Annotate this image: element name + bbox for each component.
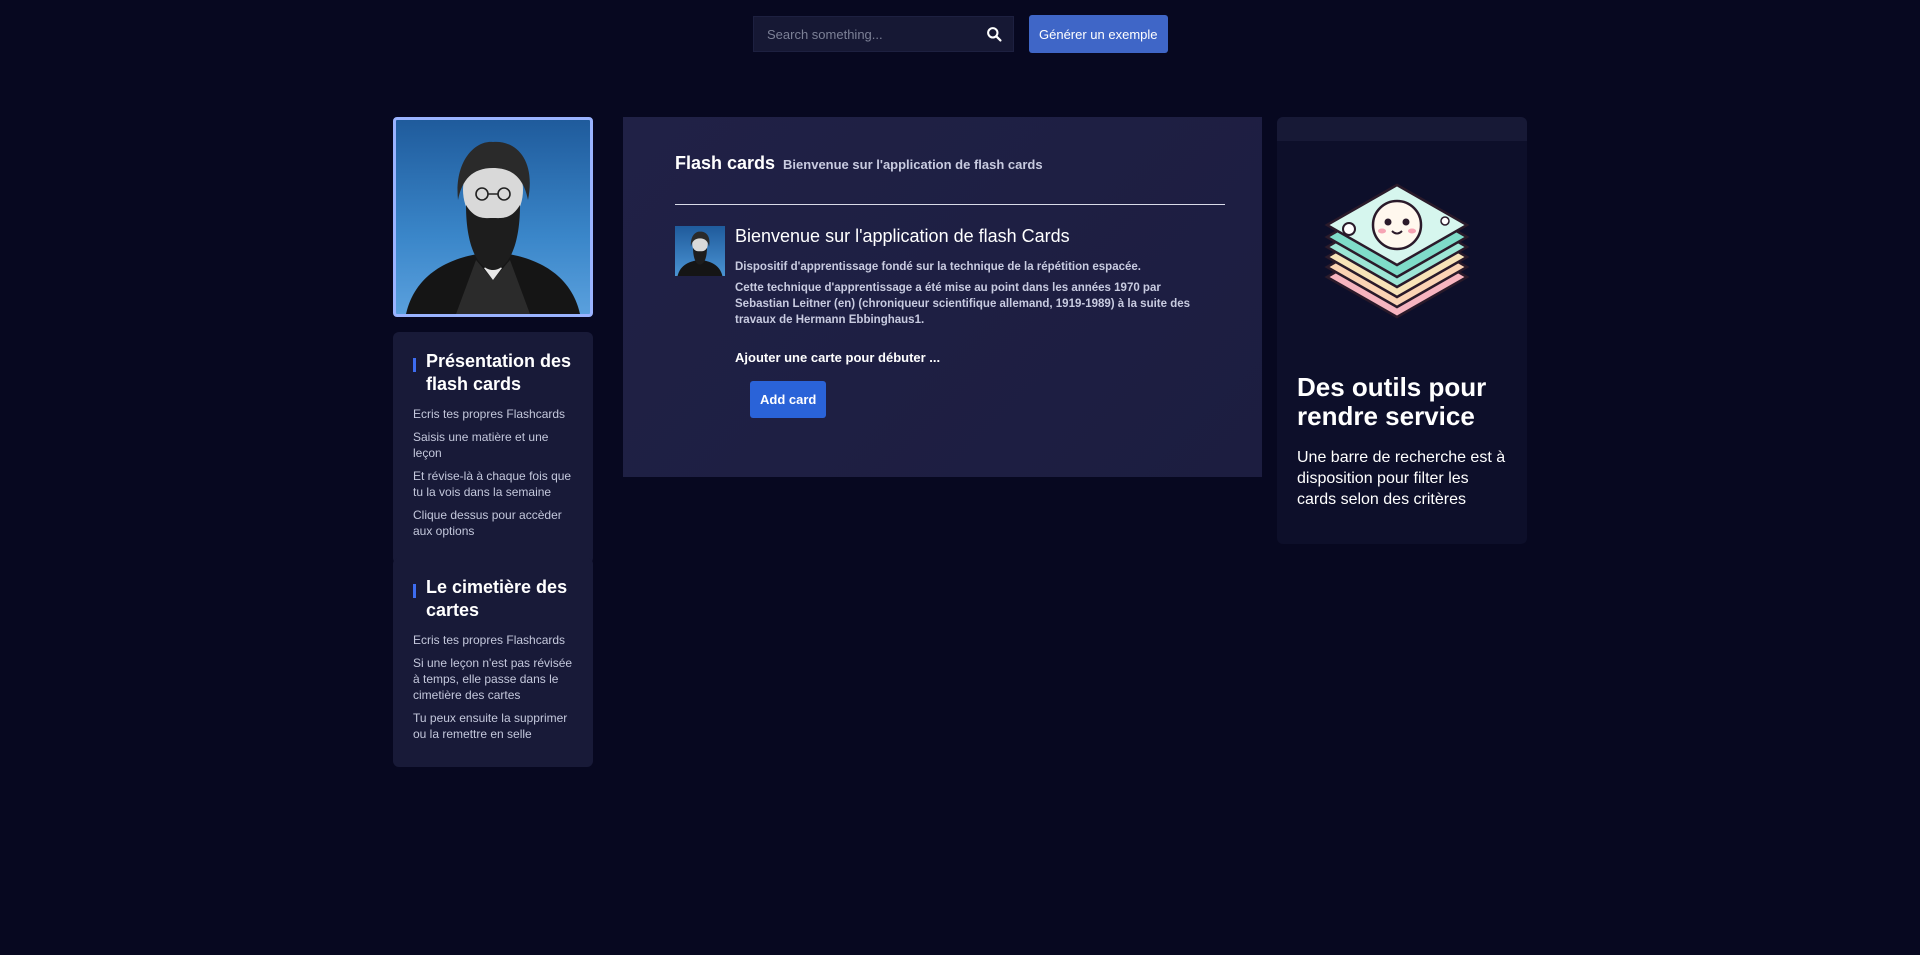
graveyard-item: Tu peux ensuite la supprimer ou la remet… xyxy=(413,711,568,741)
search-input[interactable] xyxy=(754,17,1013,51)
main-header: Flash cards Bienvenue sur l'application … xyxy=(675,153,1224,174)
presentation-card-title: Présentation des flash cards xyxy=(426,351,572,394)
top-bar: Générer un exemple xyxy=(753,15,1168,53)
graveyard-item: Si une leçon n'est pas révisée à temps, … xyxy=(413,656,573,702)
title-accent-bar xyxy=(413,358,416,372)
graveyard-card-title: Le cimetière des cartes xyxy=(426,577,568,620)
search-box xyxy=(753,16,1014,52)
page-subtitle: Bienvenue sur l'application de flash car… xyxy=(783,157,1043,172)
portrait-image[interactable] xyxy=(393,117,593,317)
tools-title: Des outils pour rendre service xyxy=(1297,372,1487,431)
add-card-button[interactable]: Add card xyxy=(750,381,827,418)
search-icon[interactable] xyxy=(986,26,1003,43)
welcome-media: Bienvenue sur l'application de flash Car… xyxy=(675,226,1224,418)
tools-panel: Des outils pour rendre service Une barre… xyxy=(1277,117,1527,544)
main-panel: Flash cards Bienvenue sur l'application … xyxy=(623,117,1262,477)
panel-header-band xyxy=(1277,117,1527,141)
portrait-illustration xyxy=(406,141,580,314)
thumbnail-image xyxy=(675,226,725,276)
description-line: Dispositif d'apprentissage fondé sur la … xyxy=(735,261,1141,273)
graveyard-item: Ecris tes propres Flashcards xyxy=(413,633,566,647)
title-accent-bar xyxy=(413,584,416,598)
generate-example-button[interactable]: Générer un exemple xyxy=(1029,15,1168,53)
presentation-item: Clique dessus pour accèder aux options xyxy=(413,508,562,538)
welcome-title: Bienvenue sur l'application de flash Car… xyxy=(735,226,1070,246)
card-stack-illustration xyxy=(1324,183,1470,319)
divider xyxy=(675,204,1225,205)
tools-description: Une barre de recherche est à disposition… xyxy=(1297,449,1506,508)
media-body: Bienvenue sur l'application de flash Car… xyxy=(735,226,1205,418)
presentation-card: Présentation des flash cards Ecris tes p… xyxy=(393,332,593,564)
page-title: Flash cards xyxy=(675,153,776,173)
call-to-action: Ajouter une carte pour débuter ... xyxy=(735,350,941,365)
presentation-item: Ecris tes propres Flashcards xyxy=(413,407,566,421)
presentation-item: Et révise-là à chaque fois que tu la voi… xyxy=(413,469,572,499)
description-line: Cette technique d'apprentissage a été mi… xyxy=(735,282,1191,326)
presentation-item: Saisis une matière et une leçon xyxy=(413,430,549,460)
graveyard-card: Le cimetière des cartes Ecris tes propre… xyxy=(393,558,593,767)
